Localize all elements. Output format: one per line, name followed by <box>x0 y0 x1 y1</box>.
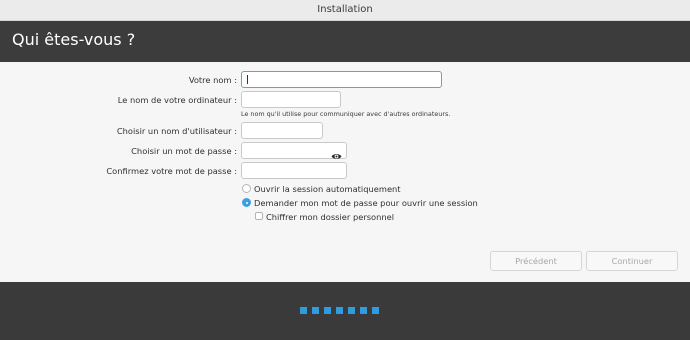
password-label: Choisir un mot de passe : <box>131 146 237 156</box>
back-button[interactable]: Précédent <box>490 251 582 271</box>
progress-step <box>372 307 379 314</box>
progress-step <box>360 307 367 314</box>
window-title: Installation <box>317 4 373 15</box>
page-title: Qui êtes-vous ? <box>12 30 136 49</box>
page-header: Qui êtes-vous ? <box>0 21 690 62</box>
computer-name-hint: Le nom qu'il utilise pour communiquer av… <box>241 110 451 118</box>
username-input[interactable] <box>241 122 323 139</box>
computer-name-input[interactable] <box>241 91 341 108</box>
progress-step <box>336 307 343 314</box>
continue-button[interactable]: Continuer <box>586 251 678 271</box>
password-input[interactable] <box>241 142 347 159</box>
progress-indicator <box>300 307 379 314</box>
progress-step <box>300 307 307 314</box>
require-password-option[interactable]: Demander mon mot de passe pour ouvrir un… <box>254 198 478 208</box>
encrypt-home-option[interactable]: Chiffrer mon dossier personnel <box>266 212 394 222</box>
auto-login-option[interactable]: Ouvrir la session automatiquement <box>254 184 401 194</box>
progress-step <box>324 307 331 314</box>
name-label: Votre nom : <box>188 75 237 85</box>
require-password-radio[interactable] <box>242 198 251 207</box>
confirm-password-input[interactable] <box>241 162 347 179</box>
progress-step <box>348 307 355 314</box>
confirm-password-label: Confirmez votre mot de passe : <box>106 166 237 176</box>
username-label: Choisir un nom d'utilisateur : <box>116 126 237 136</box>
computer-name-label: Le nom de votre ordinateur : <box>117 95 237 105</box>
name-input[interactable] <box>241 71 442 88</box>
text-caret <box>247 75 248 84</box>
slideshow-footer <box>0 282 690 340</box>
auto-login-radio[interactable] <box>242 184 251 193</box>
progress-step <box>312 307 319 314</box>
window-titlebar: Installation <box>0 0 690 21</box>
encrypt-home-checkbox[interactable] <box>255 212 263 220</box>
